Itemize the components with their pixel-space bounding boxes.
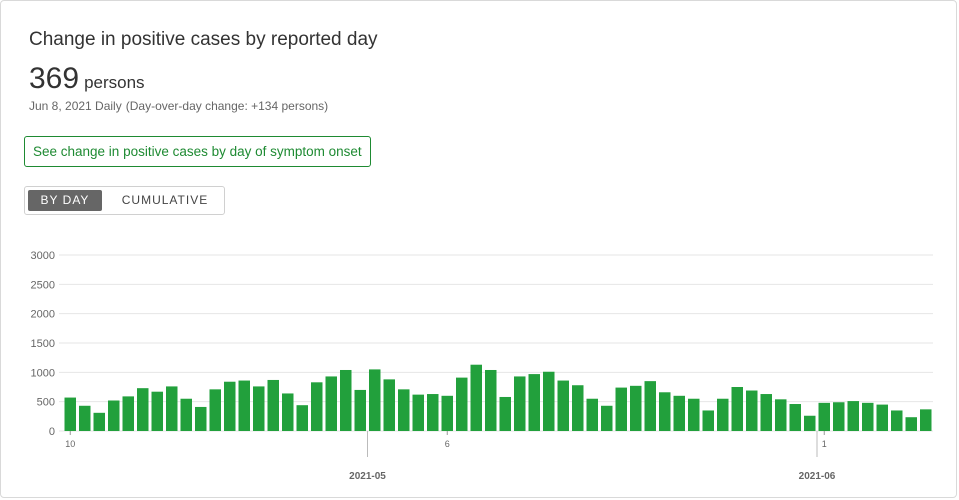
- change-label: (Day-over-day change: +134 persons): [125, 99, 329, 113]
- symptom-onset-link-button[interactable]: See change in positive cases by day of s…: [24, 136, 371, 167]
- y-tick-label: 1000: [31, 367, 55, 379]
- bar: [847, 401, 859, 431]
- bar: [64, 397, 76, 431]
- x-tick-label: 10: [65, 439, 75, 449]
- bar: [369, 369, 381, 431]
- bar: [673, 395, 685, 431]
- bar: [340, 369, 352, 431]
- bar: [557, 380, 569, 431]
- bar: [731, 387, 743, 431]
- y-tick-label: 2000: [31, 309, 55, 321]
- bar: [224, 381, 236, 431]
- chart-card: Change in positive cases by reported day…: [0, 0, 957, 498]
- bar: [876, 404, 888, 431]
- bar: [93, 412, 105, 431]
- bar: [601, 405, 613, 431]
- bar: [354, 389, 366, 431]
- bar: [702, 410, 714, 431]
- value-number: 369: [29, 62, 80, 95]
- cumulative-tab[interactable]: CUMULATIVE: [105, 190, 225, 211]
- bar: [485, 369, 497, 431]
- bar: [79, 405, 91, 431]
- bar: [543, 371, 555, 431]
- bar: [151, 391, 163, 431]
- x-tick-label: 6: [445, 439, 450, 449]
- bar: [586, 398, 598, 431]
- view-toggle: BY DAY CUMULATIVE: [24, 186, 225, 215]
- bar: [717, 398, 729, 431]
- bar: [572, 385, 584, 431]
- bar: [166, 386, 178, 431]
- bar: [630, 385, 642, 431]
- bar: [296, 405, 308, 431]
- bar: [427, 394, 439, 431]
- bar: [267, 379, 279, 431]
- month-label: 2021-05: [349, 471, 386, 482]
- bar: [195, 406, 207, 431]
- bar: [804, 415, 816, 431]
- bar: [688, 398, 700, 431]
- month-label: 2021-06: [799, 471, 836, 482]
- bar: [920, 409, 932, 431]
- value-unit: persons: [84, 73, 145, 92]
- bar: [746, 390, 758, 431]
- y-tick-label: 2500: [31, 279, 55, 291]
- x-tick-label: 1: [822, 439, 827, 449]
- bar: [760, 394, 772, 431]
- bar: [499, 396, 511, 431]
- bar: [412, 394, 424, 431]
- bar: [789, 404, 801, 431]
- bar: [775, 399, 787, 431]
- y-tick-label: 1500: [31, 338, 55, 350]
- bar: [862, 402, 874, 431]
- bar: [383, 379, 395, 431]
- bar: [644, 381, 656, 431]
- bar: [209, 389, 221, 431]
- bar: [398, 389, 410, 431]
- bar: [253, 386, 265, 431]
- bar: [137, 388, 149, 431]
- bar: [180, 398, 192, 431]
- bar: [325, 376, 337, 431]
- bar: [833, 402, 845, 431]
- bar: [818, 402, 830, 431]
- date-label: Jun 8, 2021 Daily: [29, 99, 122, 113]
- bar-chart: 0 500 1000 1500 2000 2500 3000 10 6 1 2021-05 2021-…: [31, 250, 933, 482]
- current-value: 369 persons: [29, 62, 145, 96]
- bar: [122, 396, 134, 431]
- y-tick-label: 0: [49, 426, 55, 438]
- y-tick-label: 500: [37, 397, 55, 409]
- by-day-tab[interactable]: BY DAY: [28, 190, 102, 211]
- chart-title: Change in positive cases by reported day: [29, 29, 378, 50]
- bar: [108, 400, 120, 431]
- bar: [891, 410, 903, 431]
- bar: [441, 395, 453, 431]
- bar: [282, 393, 294, 431]
- date-subline: Jun 8, 2021 Daily (Day-over-day change: +…: [29, 99, 328, 113]
- bar: [470, 364, 482, 431]
- bar: [615, 387, 627, 431]
- bar: [659, 392, 671, 431]
- bar: [456, 377, 468, 431]
- bar: [238, 380, 250, 431]
- y-tick-label: 3000: [31, 250, 55, 262]
- bar: [905, 417, 917, 431]
- bar: [311, 382, 323, 431]
- bar: [514, 376, 526, 431]
- bar: [528, 374, 540, 431]
